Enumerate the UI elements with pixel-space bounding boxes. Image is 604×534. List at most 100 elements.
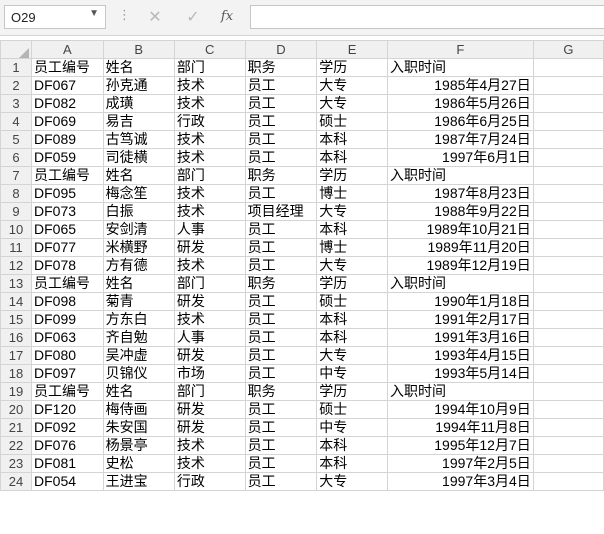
cell-a8[interactable]: DF095: [31, 184, 104, 203]
row-header[interactable]: 22: [0, 436, 32, 455]
cell-a22[interactable]: DF076: [31, 436, 104, 455]
cell-b15[interactable]: 方东白: [102, 310, 175, 329]
cell-d15[interactable]: 员工: [244, 310, 318, 329]
cell-a23[interactable]: DF081: [31, 454, 104, 473]
cell-d22[interactable]: 员工: [244, 436, 318, 455]
cell-a10[interactable]: DF065: [31, 220, 104, 239]
cell-b9[interactable]: 白振: [102, 202, 175, 221]
cell-g1[interactable]: [532, 58, 604, 77]
cell-g3[interactable]: [532, 94, 604, 113]
cell-d8[interactable]: 员工: [244, 184, 318, 203]
cell-d13[interactable]: 职务: [244, 274, 318, 293]
cell-c3[interactable]: 技术: [173, 94, 246, 113]
cell-c24[interactable]: 行政: [173, 472, 246, 491]
cell-e17[interactable]: 大专: [316, 346, 388, 365]
cell-c19[interactable]: 部门: [173, 382, 246, 401]
formula-input[interactable]: [250, 5, 604, 29]
row-header[interactable]: 2: [0, 76, 32, 95]
drag-handle-icon[interactable]: ⋮: [118, 8, 131, 23]
cell-c12[interactable]: 技术: [173, 256, 246, 275]
row-header[interactable]: 21: [0, 418, 32, 437]
cell-g5[interactable]: [532, 130, 604, 149]
cell-f20[interactable]: 1994年10月9日: [386, 400, 534, 419]
cell-g19[interactable]: [532, 382, 604, 401]
select-all-corner[interactable]: [0, 40, 32, 59]
cell-g2[interactable]: [532, 76, 604, 95]
cell-d24[interactable]: 员工: [244, 472, 318, 491]
cell-a3[interactable]: DF082: [31, 94, 104, 113]
cell-g14[interactable]: [532, 292, 604, 311]
cell-g13[interactable]: [532, 274, 604, 293]
cell-f9[interactable]: 1988年9月22日: [386, 202, 534, 221]
cell-e20[interactable]: 硕士: [316, 400, 388, 419]
row-header[interactable]: 11: [0, 238, 32, 257]
cell-e13[interactable]: 学历: [316, 274, 388, 293]
cell-d16[interactable]: 员工: [244, 328, 318, 347]
cell-b18[interactable]: 贝锦仪: [102, 364, 175, 383]
cell-f24[interactable]: 1997年3月4日: [386, 472, 534, 491]
cell-e1[interactable]: 学历: [316, 58, 388, 77]
cell-f14[interactable]: 1990年1月18日: [386, 292, 534, 311]
cell-g4[interactable]: [532, 112, 604, 131]
cell-c22[interactable]: 技术: [173, 436, 246, 455]
cell-c9[interactable]: 技术: [173, 202, 246, 221]
cell-e7[interactable]: 学历: [316, 166, 388, 185]
cell-c11[interactable]: 研发: [173, 238, 246, 257]
column-header-g[interactable]: G: [532, 40, 604, 59]
cell-g15[interactable]: [532, 310, 604, 329]
column-header-c[interactable]: C: [173, 40, 246, 59]
cell-f12[interactable]: 1989年12月19日: [386, 256, 534, 275]
column-header-e[interactable]: E: [316, 40, 388, 59]
cell-f11[interactable]: 1989年11月20日: [386, 238, 534, 257]
cell-a18[interactable]: DF097: [31, 364, 104, 383]
cell-g24[interactable]: [532, 472, 604, 491]
cell-c6[interactable]: 技术: [173, 148, 246, 167]
row-header[interactable]: 4: [0, 112, 32, 131]
cell-a17[interactable]: DF080: [31, 346, 104, 365]
cell-b12[interactable]: 方有德: [102, 256, 175, 275]
cell-d23[interactable]: 员工: [244, 454, 318, 473]
cell-g6[interactable]: [532, 148, 604, 167]
row-header[interactable]: 16: [0, 328, 32, 347]
cell-b8[interactable]: 梅念笙: [102, 184, 175, 203]
cell-b5[interactable]: 古笃诚: [102, 130, 175, 149]
cell-g7[interactable]: [532, 166, 604, 185]
cell-d17[interactable]: 员工: [244, 346, 318, 365]
cell-d6[interactable]: 员工: [244, 148, 318, 167]
cell-f7[interactable]: 入职时间: [386, 166, 534, 185]
row-header[interactable]: 15: [0, 310, 32, 329]
cell-e24[interactable]: 大专: [316, 472, 388, 491]
cell-f2[interactable]: 1985年4月27日: [386, 76, 534, 95]
insert-function-icon[interactable]: fx: [215, 6, 239, 28]
cell-d10[interactable]: 员工: [244, 220, 318, 239]
cell-a24[interactable]: DF054: [31, 472, 104, 491]
cell-g11[interactable]: [532, 238, 604, 257]
cell-e18[interactable]: 中专: [316, 364, 388, 383]
cell-d18[interactable]: 员工: [244, 364, 318, 383]
cell-c16[interactable]: 人事: [173, 328, 246, 347]
cell-a7[interactable]: 员工编号: [31, 166, 104, 185]
row-header[interactable]: 3: [0, 94, 32, 113]
cell-c5[interactable]: 技术: [173, 130, 246, 149]
cell-g16[interactable]: [532, 328, 604, 347]
cell-g9[interactable]: [532, 202, 604, 221]
cell-b17[interactable]: 吴冲虚: [102, 346, 175, 365]
cell-f5[interactable]: 1987年7月24日: [386, 130, 534, 149]
cell-a6[interactable]: DF059: [31, 148, 104, 167]
column-header-a[interactable]: A: [31, 40, 104, 59]
cell-b11[interactable]: 米横野: [102, 238, 175, 257]
cell-d7[interactable]: 职务: [244, 166, 318, 185]
cell-b6[interactable]: 司徒横: [102, 148, 175, 167]
cell-d11[interactable]: 员工: [244, 238, 318, 257]
cell-c14[interactable]: 研发: [173, 292, 246, 311]
cell-a5[interactable]: DF089: [31, 130, 104, 149]
cell-c15[interactable]: 技术: [173, 310, 246, 329]
cell-c18[interactable]: 市场: [173, 364, 246, 383]
row-header[interactable]: 20: [0, 400, 32, 419]
row-header[interactable]: 14: [0, 292, 32, 311]
cell-c10[interactable]: 人事: [173, 220, 246, 239]
cell-b24[interactable]: 王进宝: [102, 472, 175, 491]
cell-e11[interactable]: 博士: [316, 238, 388, 257]
cell-f4[interactable]: 1986年6月25日: [386, 112, 534, 131]
cell-b4[interactable]: 易吉: [102, 112, 175, 131]
